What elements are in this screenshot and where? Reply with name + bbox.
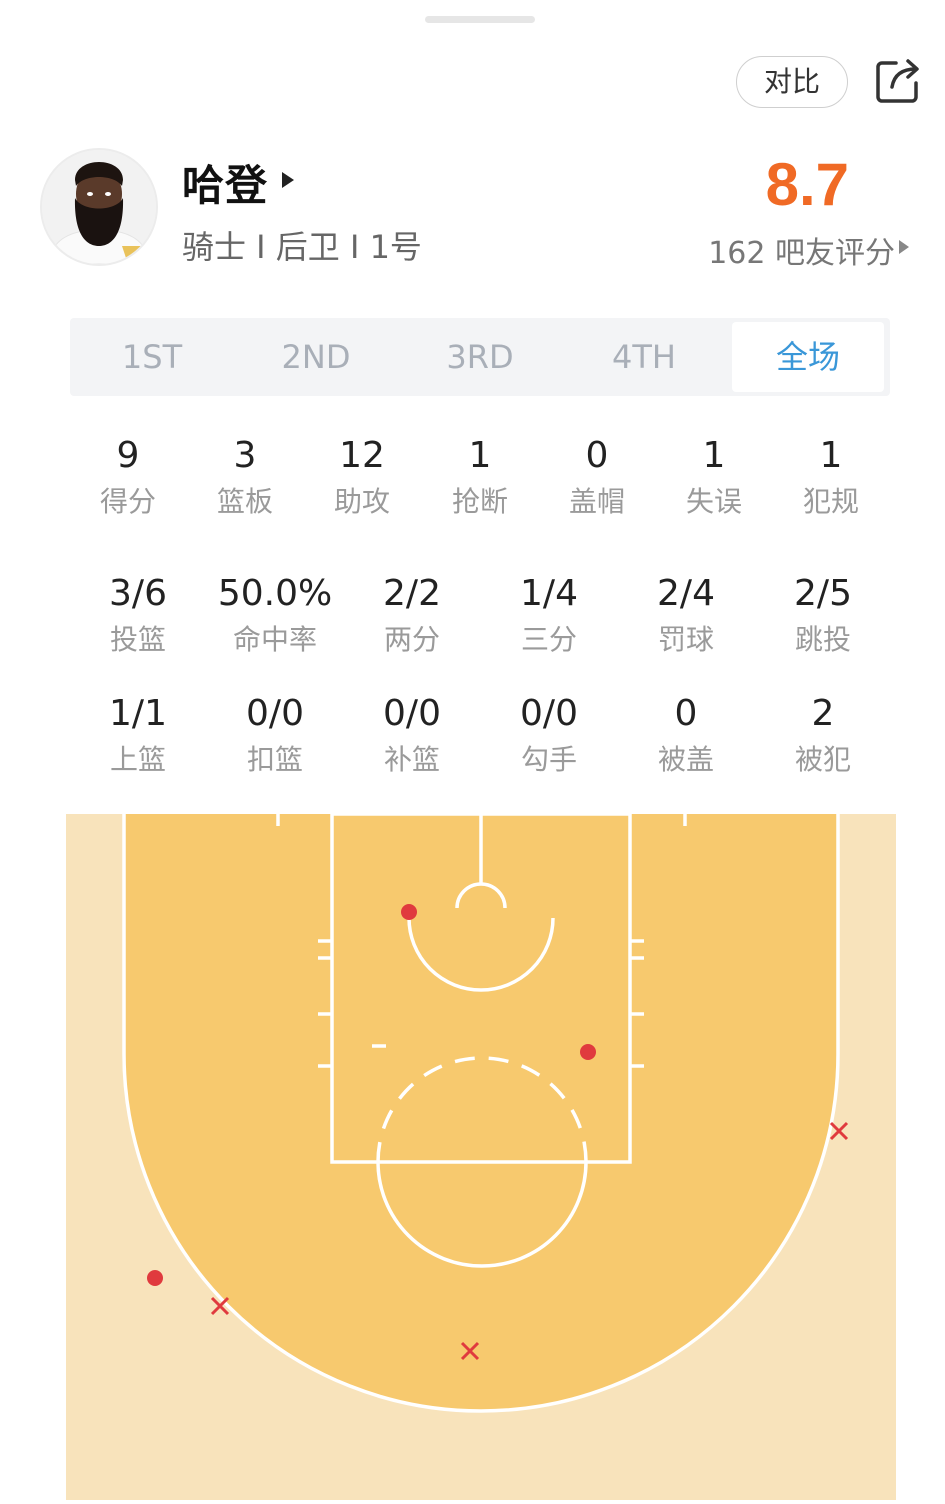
stat-dunk: 0/0 扣篮 — [206, 694, 344, 778]
stat-label: 命中率 — [232, 623, 317, 656]
stat-turnovers: 1 失误 — [655, 436, 773, 520]
stat-value: 50.0% — [217, 573, 333, 614]
rating-count-link[interactable]: 162 吧友评分 — [708, 228, 895, 272]
stat-putback: 0/0 补篮 — [343, 694, 481, 778]
stat-label: 扣篮 — [246, 743, 303, 776]
stat-value: 1 — [702, 435, 726, 476]
stat-label: 三分 — [520, 623, 577, 656]
stat-value: 1/1 — [109, 693, 167, 734]
made-shot-marker — [147, 1270, 163, 1286]
caret-right-icon[interactable] — [899, 240, 909, 254]
made-shot-marker — [401, 904, 417, 920]
stat-value: 3/6 — [109, 573, 167, 614]
stat-layup: 1/1 上篮 — [69, 694, 207, 778]
stat-rebounds: 3 篮板 — [186, 436, 304, 520]
stat-fouls: 1 犯规 — [772, 436, 890, 520]
stat-blocks: 0 盖帽 — [538, 436, 656, 520]
stat-label: 投篮 — [109, 623, 166, 656]
stat-fg-pct: 50.0% 命中率 — [196, 574, 354, 658]
stat-label: 上篮 — [109, 743, 166, 776]
player-name[interactable]: 哈登 — [182, 152, 268, 213]
made-shot-marker — [580, 1044, 596, 1060]
stat-label: 助攻 — [333, 485, 390, 518]
stat-value: 0/0 — [383, 693, 441, 734]
share-icon[interactable] — [874, 57, 922, 105]
stat-label: 被盖 — [657, 743, 714, 776]
tab-1st[interactable]: 1ST — [70, 318, 234, 396]
stat-label: 篮板 — [216, 485, 273, 518]
stat-value: 0 — [674, 693, 698, 734]
stat-fouled: 2 被犯 — [754, 694, 892, 778]
tab-full-game[interactable]: 全场 — [732, 322, 884, 392]
stat-value: 9 — [116, 435, 140, 476]
period-tabs: 1ST 2ND 3RD 4TH 全场 — [70, 318, 890, 396]
player-team-position: 骑士 I 后卫 I 1号 — [182, 228, 422, 266]
stat-label: 得分 — [99, 485, 156, 518]
stat-value: 1 — [819, 435, 843, 476]
stat-label: 犯规 — [802, 485, 859, 518]
stat-label: 被犯 — [794, 743, 851, 776]
tab-4th[interactable]: 4TH — [562, 318, 726, 396]
stat-label: 两分 — [383, 623, 440, 656]
stat-3pt: 1/4 三分 — [480, 574, 618, 658]
stat-value: 2/4 — [657, 573, 715, 614]
stat-value: 12 — [339, 435, 385, 476]
drag-handle[interactable] — [425, 16, 535, 23]
stat-value: 1/4 — [520, 573, 578, 614]
stat-blocked: 0 被盖 — [617, 694, 755, 778]
stat-value: 2 — [811, 693, 835, 734]
stat-label: 盖帽 — [568, 485, 625, 518]
player-avatar[interactable] — [40, 148, 158, 266]
stat-label: 抢断 — [451, 485, 508, 518]
stat-2pt: 2/2 两分 — [343, 574, 481, 658]
stat-fg: 3/6 投篮 — [69, 574, 207, 658]
stat-value: 0/0 — [246, 693, 304, 734]
stat-value: 0 — [585, 435, 609, 476]
stat-ft: 2/4 罚球 — [617, 574, 755, 658]
stat-value: 0/0 — [520, 693, 578, 734]
stat-points: 9 得分 — [69, 436, 187, 520]
stat-value: 3 — [233, 435, 257, 476]
stat-value: 2/2 — [383, 573, 441, 614]
stat-value: 2/5 — [794, 573, 852, 614]
stat-label: 补篮 — [383, 743, 440, 776]
shot-chart — [66, 812, 896, 1500]
player-rating: 8.7 — [765, 151, 849, 218]
stat-steals: 1 抢断 — [421, 436, 539, 520]
compare-button[interactable]: 对比 — [736, 56, 848, 108]
tab-3rd[interactable]: 3RD — [398, 318, 562, 396]
stat-assists: 12 助攻 — [303, 436, 421, 520]
stat-label: 勾手 — [520, 743, 577, 776]
stat-value: 1 — [468, 435, 492, 476]
stat-label: 罚球 — [657, 623, 714, 656]
stat-hook: 0/0 勾手 — [480, 694, 618, 778]
stat-jumpshot: 2/5 跳投 — [754, 574, 892, 658]
stat-label: 跳投 — [794, 623, 851, 656]
tab-2nd[interactable]: 2ND — [234, 318, 398, 396]
caret-right-icon[interactable] — [282, 172, 294, 188]
stat-label: 失误 — [685, 485, 742, 518]
